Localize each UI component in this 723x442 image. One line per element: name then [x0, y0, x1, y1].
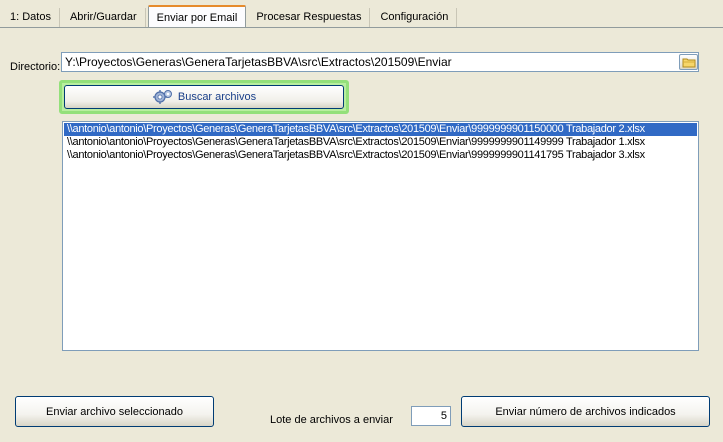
browse-folder-button[interactable]	[679, 54, 698, 70]
tab-configuracion[interactable]: Configuración	[372, 8, 458, 27]
tab-abrir-guardar[interactable]: Abrir/Guardar	[62, 8, 146, 27]
search-files-label: Buscar archivos	[177, 91, 257, 103]
tab-procesar-respuestas[interactable]: Procesar Respuestas	[248, 8, 371, 27]
batch-size-input[interactable]	[411, 406, 451, 426]
tab-strip: 1: Datos Abrir/Guardar Enviar por Email …	[2, 5, 459, 27]
tab-enviar-por-email[interactable]: Enviar por Email	[147, 5, 247, 27]
list-item[interactable]: \\antonio\antonio\Proyectos\Generas\Gene…	[64, 136, 697, 149]
files-listbox[interactable]: \\antonio\antonio\Proyectos\Generas\Gene…	[62, 121, 699, 351]
directory-input[interactable]	[61, 52, 699, 72]
send-batch-files-button[interactable]: Enviar número de archivos indicados	[461, 396, 710, 427]
search-button-focus-ring: Buscar archivos	[59, 80, 349, 114]
folder-icon	[682, 58, 695, 67]
list-item[interactable]: \\antonio\antonio\Proyectos\Generas\Gene…	[64, 149, 697, 162]
tab-datos[interactable]: 1: Datos	[2, 8, 60, 27]
directory-label: Directorio:	[10, 61, 61, 73]
list-item[interactable]: \\antonio\antonio\Proyectos\Generas\Gene…	[64, 123, 697, 136]
send-selected-file-button[interactable]: Enviar archivo seleccionado	[15, 396, 214, 427]
gears-icon	[152, 90, 172, 104]
batch-size-label: Lote de archivos a enviar	[270, 414, 393, 426]
search-files-button[interactable]: Buscar archivos	[64, 85, 344, 109]
tab-divider	[0, 27, 723, 28]
